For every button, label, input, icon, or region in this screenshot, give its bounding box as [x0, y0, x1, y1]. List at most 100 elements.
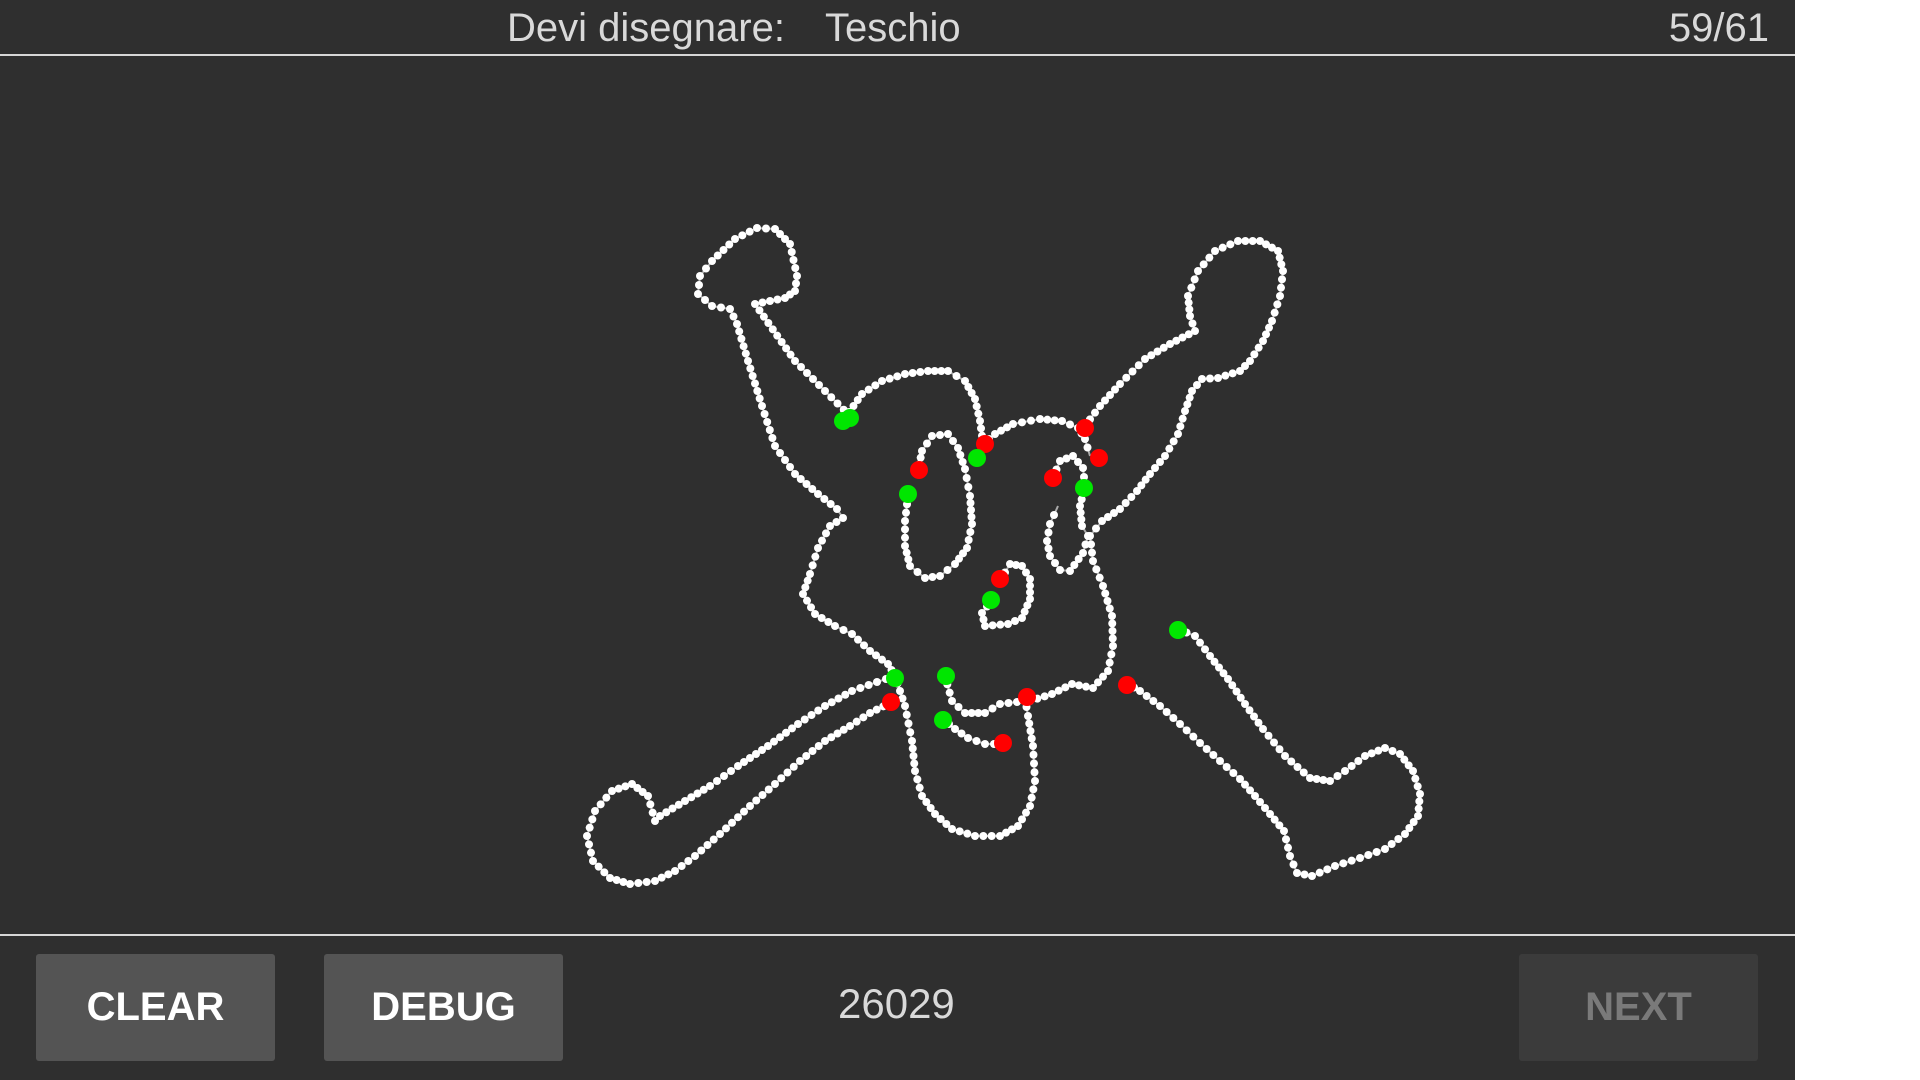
stroke-point: [814, 490, 822, 498]
stroke-point: [726, 305, 734, 313]
stroke-point: [1411, 774, 1420, 783]
drawing-surface[interactable]: [0, 58, 1795, 934]
stroke-point: [833, 505, 841, 513]
stroke-point: [646, 800, 655, 809]
stroke-start-marker: [899, 485, 917, 503]
stroke-point: [981, 709, 989, 717]
stroke-dots-8: [891, 672, 1039, 840]
stroke-point: [1372, 848, 1381, 856]
stroke-point: [811, 610, 819, 618]
stroke-point: [871, 381, 880, 390]
stroke-point: [1275, 253, 1284, 262]
stroke-point: [1228, 369, 1237, 378]
stroke-point: [944, 430, 952, 438]
stroke-point: [1381, 845, 1389, 853]
stroke-point: [745, 227, 754, 236]
stroke-point: [1043, 415, 1052, 424]
stroke-point: [741, 349, 750, 358]
stroke-point: [964, 734, 972, 742]
stroke-point: [1058, 417, 1066, 425]
clear-button[interactable]: CLEAR: [36, 954, 275, 1061]
stroke-point: [1259, 725, 1267, 733]
stroke-point: [826, 500, 835, 508]
stroke-point: [1270, 308, 1279, 317]
stroke-point: [1222, 763, 1231, 771]
stroke-dots-6: [1026, 237, 1287, 705]
stroke-point: [873, 678, 881, 686]
stroke-point: [974, 409, 983, 418]
stroke-start-marker: [886, 669, 904, 687]
stroke-point: [728, 818, 736, 827]
stroke-point: [1214, 374, 1222, 382]
stroke-point: [776, 449, 784, 457]
right-edge-strip: [1795, 0, 1920, 1080]
stroke-point: [648, 808, 657, 817]
stroke-point: [777, 774, 786, 783]
stroke-point: [1188, 319, 1197, 328]
strokes-layer: [583, 224, 1424, 888]
stroke-point: [1066, 567, 1074, 575]
stroke-point: [1289, 860, 1298, 869]
stroke-point: [996, 620, 1005, 629]
stroke-point: [954, 444, 962, 452]
stroke-point: [642, 878, 651, 886]
stroke-point: [1196, 638, 1204, 647]
stroke-point: [911, 767, 919, 775]
stroke-point: [1287, 757, 1296, 766]
debug-button[interactable]: DEBUG: [324, 954, 563, 1061]
stroke-point: [988, 621, 997, 630]
stroke-point: [949, 437, 957, 445]
stroke-point: [807, 711, 816, 719]
stroke-point: [706, 782, 714, 790]
stroke-point: [827, 393, 836, 402]
stroke-point: [1105, 604, 1114, 613]
stroke-point: [708, 302, 716, 310]
stroke-point: [944, 367, 952, 375]
stroke-point: [758, 298, 767, 307]
stroke-point: [906, 728, 915, 737]
stroke-point: [923, 439, 931, 448]
stroke-point: [1275, 745, 1284, 754]
stroke-point: [696, 272, 704, 280]
stroke-point: [979, 832, 988, 840]
stroke-point: [1254, 343, 1263, 352]
stroke-point: [1333, 772, 1342, 780]
stroke-point: [1011, 617, 1019, 625]
stroke-point: [1218, 243, 1227, 252]
stroke-point: [744, 357, 752, 365]
stroke-point: [1165, 444, 1174, 453]
stroke-point: [981, 740, 989, 748]
stroke-point: [1066, 420, 1074, 429]
stroke-point: [1388, 747, 1397, 755]
stroke-11: [585, 675, 896, 886]
stroke-point: [585, 840, 593, 849]
stroke-point: [591, 807, 599, 815]
stroke-point: [797, 363, 805, 371]
stroke-start-marker: [934, 711, 952, 729]
stroke-point: [792, 279, 800, 288]
stroke-point: [1089, 684, 1097, 692]
stroke-point: [789, 762, 798, 771]
stroke-point: [1127, 493, 1136, 501]
stroke-point: [758, 402, 766, 410]
stroke-point: [821, 737, 829, 745]
stroke-point: [773, 295, 782, 304]
stroke-point: [1029, 750, 1038, 759]
stroke-point: [1122, 373, 1131, 382]
stroke-point: [1279, 267, 1287, 275]
drawing-canvas[interactable]: [0, 58, 1795, 934]
stroke-point: [1189, 732, 1198, 741]
stroke-point: [928, 573, 937, 581]
stroke-point: [589, 857, 597, 865]
stroke-point: [697, 846, 706, 855]
stroke-point: [709, 835, 718, 844]
stroke-point: [1281, 752, 1289, 760]
stroke-point: [1134, 361, 1143, 370]
stroke-point: [967, 513, 976, 521]
stroke-point: [860, 641, 868, 650]
stroke-point: [936, 572, 944, 580]
stroke-point: [1356, 854, 1364, 862]
stroke-point: [1044, 544, 1053, 553]
stroke-point: [802, 752, 811, 760]
stroke-point: [1250, 350, 1259, 359]
